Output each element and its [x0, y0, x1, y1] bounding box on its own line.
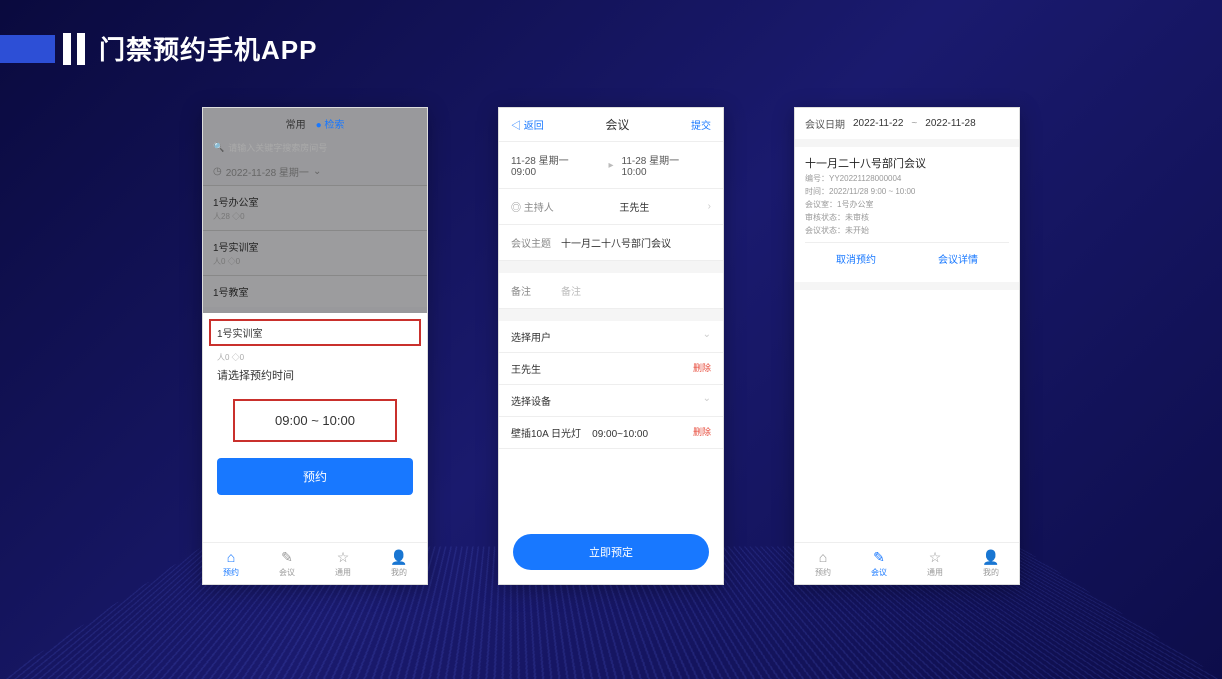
tab-search[interactable]: ● 检索: [316, 116, 345, 131]
meeting-title: 十一月二十八号部门会议: [805, 155, 1009, 171]
room-item[interactable]: 1号办公室 人28 ◇0: [203, 185, 427, 230]
date-range-label: 会议日期: [805, 116, 845, 131]
arrow-right-icon: ▸: [600, 160, 621, 171]
meeting-status: 会议状态：未开始: [805, 225, 1009, 236]
filter-tabs: 常用 ● 检索: [203, 114, 427, 137]
submit-button[interactable]: 提交: [691, 117, 711, 132]
screen-title: 会议: [605, 116, 629, 133]
header-accent-bars: [0, 33, 85, 65]
meeting-detail-button[interactable]: 会议详情: [907, 243, 1009, 274]
date-value: 2022-11-28 星期一: [226, 164, 309, 179]
device-section[interactable]: 选择设备 ⌄: [499, 385, 723, 417]
star-icon: ☆: [335, 549, 351, 565]
star-icon: ☆: [927, 549, 943, 565]
tab-meeting[interactable]: ✎会议: [259, 549, 315, 578]
tab-meeting[interactable]: ✎会议: [851, 549, 907, 578]
tab-booking[interactable]: ⌂预约: [203, 549, 259, 578]
user-section-label: 选择用户: [511, 329, 551, 344]
chevron-down-icon: ⌄: [703, 329, 711, 344]
remark-row[interactable]: 备注 备注: [499, 273, 723, 309]
tab-common[interactable]: 常用: [286, 116, 306, 131]
chevron-down-icon: ⌄: [313, 166, 321, 177]
delete-user-button[interactable]: 删除: [693, 361, 711, 376]
home-icon: ⌂: [223, 549, 239, 565]
delete-device-button[interactable]: 删除: [693, 425, 711, 440]
confirm-book-button[interactable]: 立即预定: [513, 534, 709, 570]
user-section[interactable]: 选择用户 ⌄: [499, 321, 723, 353]
meeting-time: 时间：2022/11/28 9:00 ~ 10:00: [805, 186, 1009, 197]
tab-general[interactable]: ☆通用: [907, 549, 963, 578]
user-row: 王先生 删除: [499, 353, 723, 385]
subject-row[interactable]: 会议主题 十一月二十八号部门会议: [499, 225, 723, 261]
selected-room-name: 1号实训室: [217, 325, 413, 340]
tab-bar: ⌂预约 ✎会议 ☆通用 👤我的: [203, 542, 427, 584]
home-icon: ⌂: [815, 549, 831, 565]
room-item[interactable]: 1号教室: [203, 275, 427, 307]
tab-booking[interactable]: ⌂预约: [795, 549, 851, 578]
tab-mine[interactable]: 👤我的: [371, 549, 427, 578]
date-range-start: 2022-11-22: [853, 118, 903, 129]
time-range-selector[interactable]: 09:00 ~ 10:00: [233, 399, 397, 442]
device-time: 09:00~10:00: [592, 429, 648, 440]
device-section-label: 选择设备: [511, 393, 551, 408]
device-name: 壁插10A 日光灯: [511, 429, 581, 440]
search-input[interactable]: 🔍 请输入关键字搜索房间号: [203, 137, 427, 158]
subject-value: 十一月二十八号部门会议: [561, 235, 711, 250]
selected-room-meta: 人0 ◇0: [203, 352, 427, 363]
phone-booking-screen: 常用 ● 检索 🔍 请输入关键字搜索房间号 ◷ 2022-11-28 星期一 ⌄…: [202, 107, 428, 585]
date-selector[interactable]: ◷ 2022-11-28 星期一 ⌄: [203, 158, 427, 185]
end-date: 11-28 星期一: [622, 152, 711, 167]
time-range-value: 09:00 ~ 10:00: [275, 413, 355, 428]
phone-meeting-form: ◁ 返回 会议 提交 11-28 星期一 09:00 ▸ 11-28 星期一 1…: [498, 107, 724, 585]
host-label: ◎ 主持人: [511, 199, 561, 214]
search-placeholder: 请输入关键字搜索房间号: [228, 141, 327, 154]
meeting-approve: 审核状态：未审核: [805, 212, 1009, 223]
room-item[interactable]: 1号实训室 人0 ◇0: [203, 230, 427, 275]
room-name: 1号办公室: [213, 194, 417, 209]
room-name: 1号教室: [213, 284, 417, 299]
subject-label: 会议主题: [511, 235, 561, 250]
page-header: 门禁预约手机APP: [0, 0, 1222, 67]
date-range-filter[interactable]: 会议日期 2022-11-22 ~ 2022-11-28: [795, 108, 1019, 139]
meeting-id: 编号：YY20221128000004: [805, 173, 1009, 184]
page-title: 门禁预约手机APP: [99, 30, 317, 67]
nav-header: ◁ 返回 会议 提交: [499, 108, 723, 142]
clock-icon: ◷: [213, 166, 222, 177]
meeting-card: 十一月二十八号部门会议 编号：YY20221128000004 时间：2022/…: [795, 147, 1019, 282]
book-button[interactable]: 预约: [217, 458, 413, 495]
chevron-right-icon: ›: [708, 201, 711, 212]
host-row[interactable]: ◎ 主持人 王先生 ›: [499, 189, 723, 225]
user-name: 王先生: [511, 361, 541, 376]
datetime-range[interactable]: 11-28 星期一 09:00 ▸ 11-28 星期一 10:00: [499, 142, 723, 189]
remark-value: 备注: [561, 283, 711, 298]
start-date: 11-28 星期一: [511, 152, 600, 167]
room-name: 1号实训室: [213, 239, 417, 254]
search-icon: 🔍: [213, 142, 224, 153]
remark-label: 备注: [511, 283, 561, 298]
meeting-room: 会议室：1号办公室: [805, 199, 1009, 210]
edit-icon: ✎: [279, 549, 295, 565]
user-icon: 👤: [983, 549, 999, 565]
edit-icon: ✎: [871, 549, 887, 565]
date-range-end: 2022-11-28: [925, 118, 975, 129]
device-row: 壁插10A 日光灯 09:00~10:00 删除: [499, 417, 723, 449]
back-button[interactable]: ◁ 返回: [511, 117, 544, 132]
time-prompt: 请选择预约时间: [203, 363, 427, 387]
selected-room: 1号实训室: [209, 319, 421, 346]
tab-general[interactable]: ☆通用: [315, 549, 371, 578]
tab-mine[interactable]: 👤我的: [963, 549, 1019, 578]
room-meta: 人28 ◇0: [213, 211, 417, 222]
cancel-booking-button[interactable]: 取消预约: [805, 243, 907, 274]
chevron-down-icon: ⌄: [703, 393, 711, 408]
user-icon: 👤: [391, 549, 407, 565]
tab-bar: ⌂预约 ✎会议 ☆通用 👤我的: [795, 542, 1019, 584]
end-time: 10:00: [622, 167, 711, 178]
phone-meeting-list: 会议日期 2022-11-22 ~ 2022-11-28 十一月二十八号部门会议…: [794, 107, 1020, 585]
host-value: 王先生: [561, 199, 708, 214]
start-time: 09:00: [511, 167, 600, 178]
room-meta: 人0 ◇0: [213, 256, 417, 267]
